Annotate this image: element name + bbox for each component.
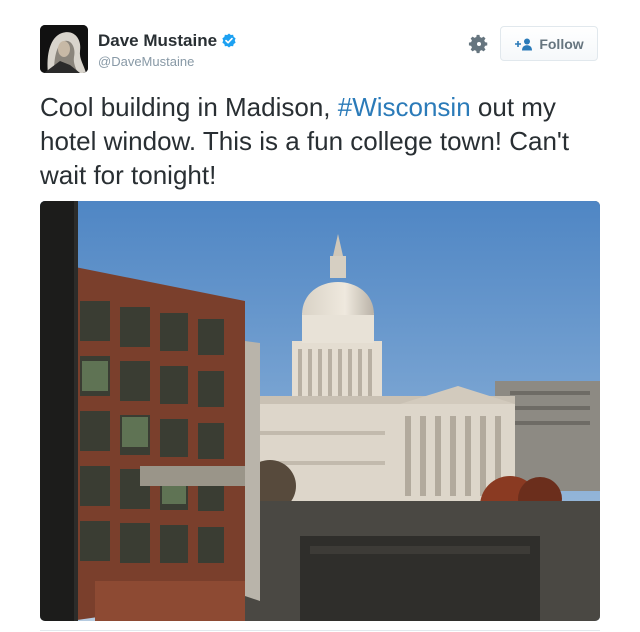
- divider: [40, 630, 600, 631]
- follow-button[interactable]: Follow: [500, 26, 598, 61]
- tweet-card: Dave Mustaine @DaveMustaine Follow Cool …: [0, 0, 640, 632]
- display-name[interactable]: Dave Mustaine: [98, 31, 217, 51]
- tweet-photo[interactable]: [40, 201, 600, 621]
- hashtag-link[interactable]: #Wisconsin: [338, 92, 471, 122]
- tweet-text: Cool building in Madison, #Wisconsin out…: [40, 90, 605, 192]
- follow-label: Follow: [539, 35, 584, 52]
- add-user-icon: [515, 38, 533, 50]
- screen-name[interactable]: @DaveMustaine: [98, 54, 194, 69]
- user-name-row: Dave Mustaine: [98, 31, 237, 51]
- tweet-text-start: Cool building in Madison,: [40, 92, 338, 122]
- avatar[interactable]: [40, 25, 88, 73]
- verified-badge-icon: [221, 33, 237, 49]
- gear-icon[interactable]: [468, 33, 490, 55]
